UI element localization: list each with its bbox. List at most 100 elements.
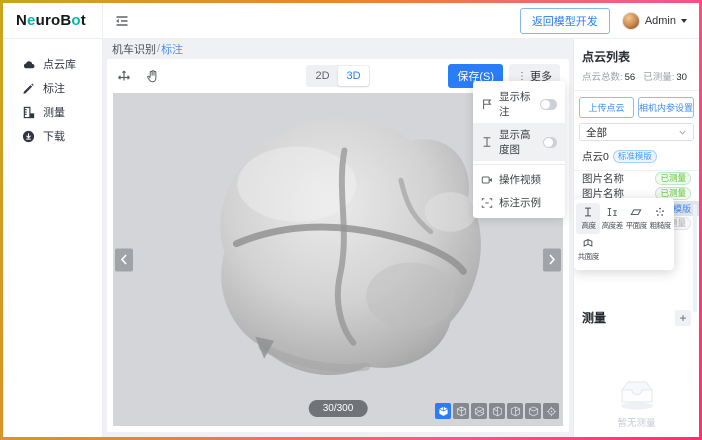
pagination-badge: 30/300 [309, 400, 368, 417]
roughness-icon [654, 206, 666, 218]
user-menu[interactable]: Admin [622, 12, 687, 30]
empty-text: 暂无测量 [617, 415, 655, 429]
caret-down-icon [681, 19, 687, 23]
next-image-button[interactable] [543, 248, 561, 271]
view-orientation-buttons [435, 403, 559, 419]
view-cube-back-button[interactable] [471, 403, 487, 419]
tool-roughness[interactable]: 粗糙度 [648, 203, 672, 234]
breadcrumb: 机车识别 / 标注 [107, 39, 569, 59]
chevron-left-icon [120, 254, 128, 266]
menu-item-show-heightmap[interactable]: 显示高度图 [473, 123, 565, 161]
cube-wire-icon [510, 406, 521, 417]
chevron-right-icon [548, 254, 556, 266]
menu-item-show-annotations[interactable]: 显示标注 [473, 85, 565, 123]
cube-wire-icon [456, 406, 467, 417]
measured-count: 已测量:30 [643, 69, 687, 83]
coplanarity-icon [582, 237, 594, 249]
status-badge: 已测量 [655, 172, 691, 185]
header-right: 返回模型开发 Admin [520, 8, 687, 34]
pointcloud-item[interactable]: 点云0 标准模版 [574, 147, 699, 171]
measure-tool-palette: 高度 高度差 平面度 粗糙度 共面度 [574, 198, 674, 270]
measure-icon [22, 106, 35, 119]
image-name: 图片名称 [582, 171, 624, 186]
sidebar-item-download[interactable]: 下载 [3, 124, 102, 148]
measure-title: 测量 [582, 309, 606, 326]
measure-section-header: 测量 + [574, 309, 699, 326]
sidebar-item-annotate[interactable]: 标注 [3, 76, 102, 100]
more-dropdown-menu: 显示标注 显示高度图 操作视频 标注示例 [473, 81, 565, 218]
cube-wire-icon [528, 406, 539, 417]
cube-icon [438, 406, 449, 417]
logo-gear-icon: e [27, 12, 36, 29]
tool-height-difference[interactable]: 高度差 [600, 203, 624, 234]
view-cube-default-button[interactable] [435, 403, 451, 419]
pen-icon [22, 82, 35, 95]
view-3d-button[interactable]: 3D [338, 66, 369, 86]
reset-view-button[interactable] [543, 403, 559, 419]
view-2d-button[interactable]: 2D [307, 66, 338, 86]
menu-divider [473, 164, 565, 165]
panel-buttons: 上传点云 相机内参设置 [574, 91, 699, 123]
cube-wire-icon [474, 406, 485, 417]
show-annotations-toggle[interactable] [540, 99, 557, 110]
height-ibeam-icon [582, 206, 594, 218]
filter-select[interactable]: 全部 [579, 123, 694, 141]
vertical-dots-icon: ⋮ [517, 71, 527, 82]
tool-height[interactable]: 高度 [576, 203, 600, 234]
height-ibeam-icon [481, 136, 493, 148]
flag-icon [481, 98, 493, 110]
sidebar: 点云库 标注 测量 下载 [3, 39, 103, 437]
logo-gear-icon: o [71, 12, 80, 29]
panel-title: 点云列表 [574, 39, 699, 69]
back-to-model-dev-button[interactable]: 返回模型开发 [520, 8, 610, 34]
header: NeuroBot 返回模型开发 Admin [3, 3, 699, 39]
download-icon [22, 130, 35, 143]
viewer-tools [116, 68, 160, 84]
empty-box-icon [614, 372, 660, 412]
tool-flatness[interactable]: 平面度 [624, 203, 648, 234]
cube-wire-icon [492, 406, 503, 417]
show-heightmap-toggle[interactable] [543, 137, 557, 148]
app-window: NeuroBot 返回模型开发 Admin 点云库 [0, 0, 702, 440]
pointcloud-panel: 点云列表 点云总数:56 已测量:30 上传点云 相机内参设置 全部 点云0 标… [573, 39, 699, 437]
chevron-down-icon [678, 128, 687, 137]
template-tag: 标准模版 [613, 150, 657, 163]
sidebar-item-measure[interactable]: 测量 [3, 100, 102, 124]
frame-icon [481, 197, 493, 209]
breadcrumb-current: 标注 [161, 41, 183, 57]
logo-text: NeuroBot [16, 12, 86, 29]
view-cube-left-button[interactable] [489, 403, 505, 419]
menu-item-annotation-example[interactable]: 标注示例 [473, 191, 565, 214]
view-cube-front-button[interactable] [453, 403, 469, 419]
pointcloud-name: 点云0 [582, 149, 609, 164]
video-icon [481, 174, 493, 186]
logo: NeuroBot [3, 3, 103, 38]
cloud-icon [22, 58, 35, 71]
view-mode-toggle: 2D 3D [306, 65, 370, 87]
panel-scrollbar[interactable] [693, 204, 697, 312]
user-name: Admin [645, 15, 676, 27]
crosshair-icon [546, 406, 557, 417]
image-row[interactable]: 图片名称 已测量 [574, 171, 699, 186]
breadcrumb-parent[interactable]: 机车识别 [112, 41, 156, 57]
move-tool-icon[interactable] [116, 68, 132, 84]
prev-image-button[interactable] [115, 248, 133, 271]
camera-intrinsics-button[interactable]: 相机内参设置 [638, 97, 694, 118]
tool-coplanarity[interactable]: 共面度 [576, 234, 600, 265]
header-main: 返回模型开发 Admin [103, 3, 699, 38]
total-count: 点云总数:56 [582, 69, 635, 83]
add-measurement-button[interactable]: + [675, 310, 691, 326]
sidebar-collapse-icon[interactable] [115, 14, 129, 28]
upload-pointcloud-button[interactable]: 上传点云 [579, 97, 634, 118]
empty-measurements: 暂无测量 [574, 372, 699, 429]
main-area: 机车识别 / 标注 [103, 39, 573, 437]
pan-hand-icon[interactable] [145, 68, 160, 84]
view-cube-right-button[interactable] [507, 403, 523, 419]
view-cube-top-button[interactable] [525, 403, 541, 419]
sidebar-item-pointcloud-library[interactable]: 点云库 [3, 52, 102, 76]
menu-item-tutorial-video[interactable]: 操作视频 [473, 168, 565, 191]
panel-stats: 点云总数:56 已测量:30 [574, 69, 699, 91]
filter-value: 全部 [586, 125, 607, 140]
avatar [622, 12, 640, 30]
height-diff-icon [606, 206, 618, 218]
